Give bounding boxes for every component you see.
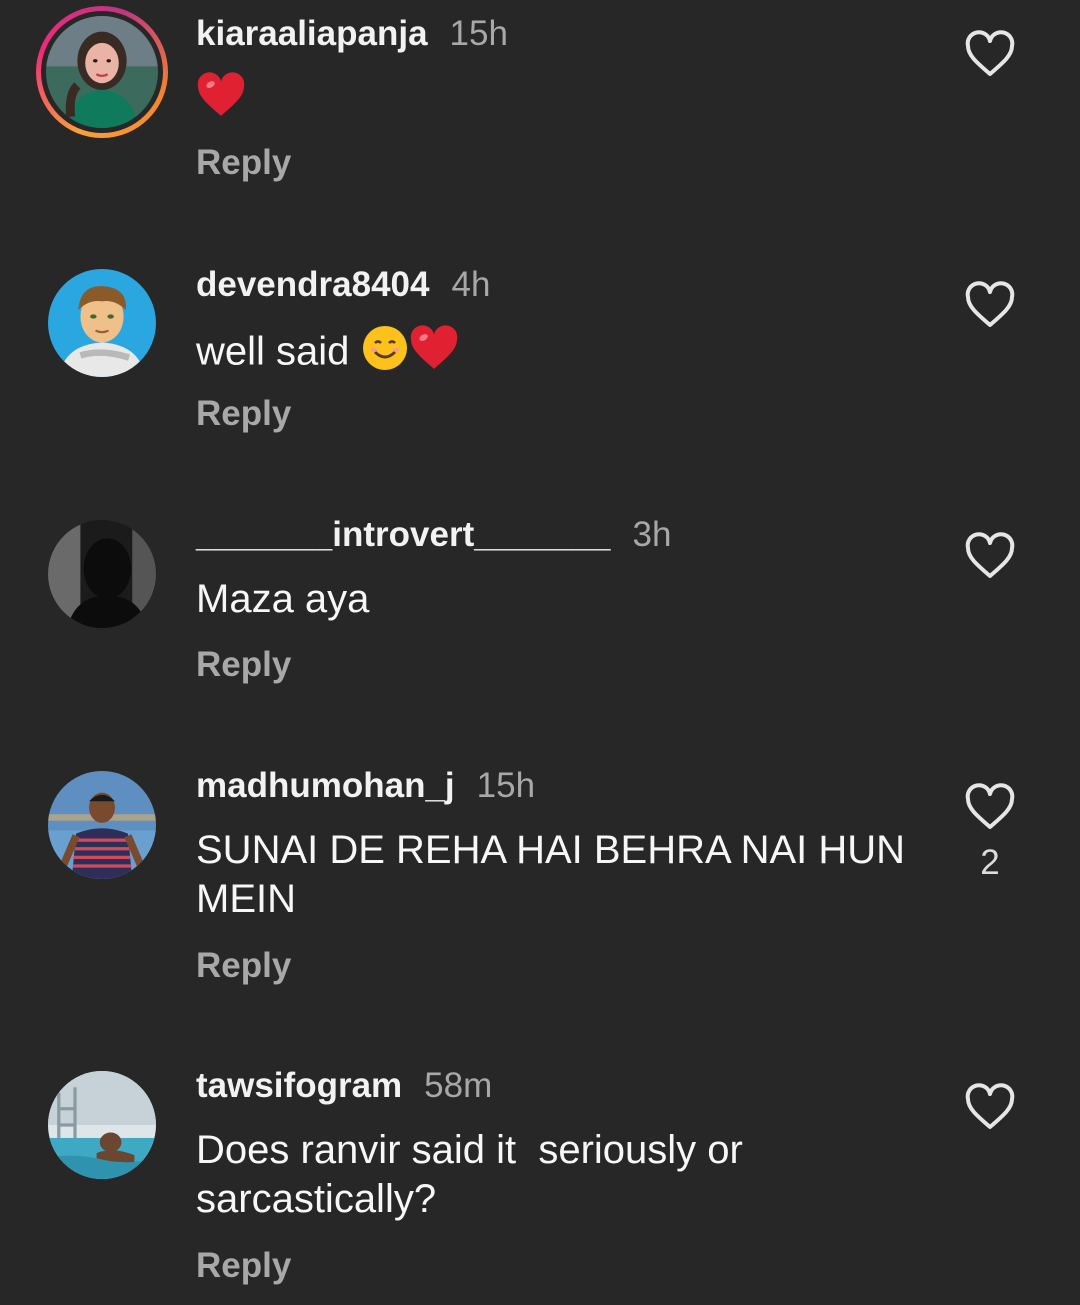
comment-text: SUNAI DE REHA HAI BEHRA NAI HUN MEIN [196, 828, 906, 921]
timestamp: 15h [476, 766, 536, 805]
avatar-image [48, 520, 156, 628]
heart-outline-icon[interactable] [964, 1083, 1016, 1131]
timestamp: 4h [451, 265, 491, 304]
avatar[interactable] [36, 6, 168, 138]
avatar[interactable] [48, 520, 156, 628]
comment-item: devendra8404 4h well said Reply [0, 250, 1080, 500]
comment-text: well said [196, 324, 916, 384]
comment-item: madhumohan_j 15h SUNAI DE REHA HAI BEHRA … [0, 750, 1080, 1050]
smiling-face-emoji [361, 324, 409, 384]
reply-button[interactable]: Reply [196, 394, 291, 434]
heart-outline-icon[interactable] [964, 532, 1016, 580]
avatar[interactable] [48, 1071, 156, 1179]
avatar-image [48, 1071, 156, 1179]
username[interactable]: _______introvert_______ [196, 515, 610, 554]
heart-outline-icon[interactable] [964, 281, 1016, 329]
heart-outline-icon[interactable] [964, 783, 1016, 831]
red-heart-emoji [409, 325, 459, 383]
comment-item: tawsifogram 58m Does ranvir said it serio… [0, 1050, 1080, 1305]
username[interactable]: kiaraaliapanja [196, 14, 428, 53]
reply-button[interactable]: Reply [196, 946, 291, 986]
timestamp: 3h [632, 515, 672, 554]
avatar-image [48, 771, 156, 879]
reply-button[interactable]: Reply [196, 645, 291, 685]
username[interactable]: tawsifogram [196, 1066, 402, 1105]
reply-button[interactable]: Reply [196, 143, 291, 183]
avatar-image [48, 269, 156, 377]
username[interactable]: madhumohan_j [196, 766, 455, 805]
timestamp: 58m [424, 1066, 493, 1105]
comment-text [196, 72, 916, 130]
comment-item: kiaraaliapanja 15h Reply [0, 0, 1080, 250]
reply-button[interactable]: Reply [196, 1246, 291, 1286]
avatar[interactable] [48, 269, 156, 377]
timestamp: 15h [449, 14, 508, 53]
comment-text: Does ranvir said it seriously or sarcast… [196, 1128, 754, 1221]
red-heart-emoji [196, 72, 246, 130]
avatar-image [46, 16, 158, 128]
like-count: 2 [980, 843, 1000, 882]
avatar[interactable] [48, 771, 156, 879]
comment-text: Maza aya [196, 577, 370, 621]
comment-item: _______introvert_______ 3h Maza aya Reply [0, 500, 1080, 750]
heart-outline-icon[interactable] [964, 30, 1016, 78]
username[interactable]: devendra8404 [196, 265, 429, 304]
